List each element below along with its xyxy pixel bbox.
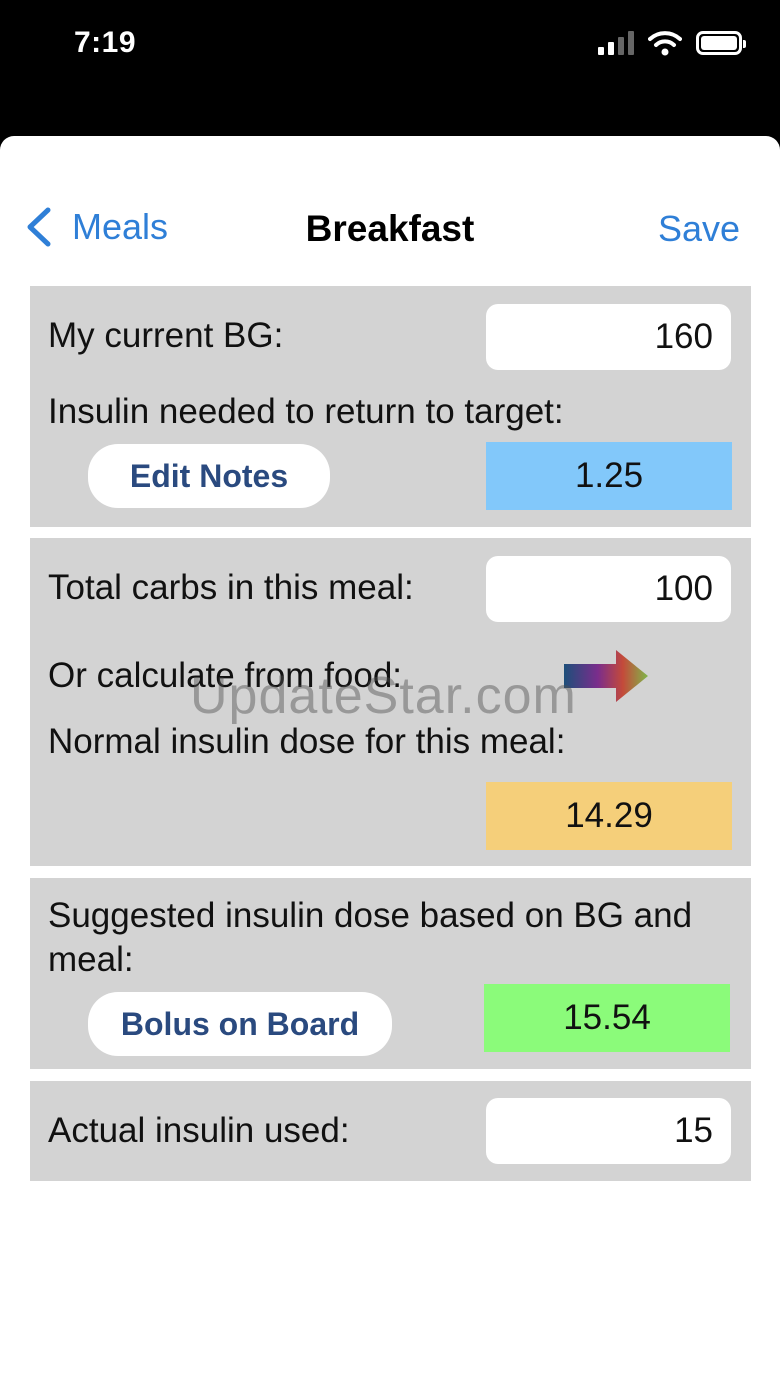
navigation-bar: Meals Breakfast Save — [0, 136, 780, 286]
actual-insulin-panel: Actual insulin used: 15 — [30, 1081, 751, 1181]
save-button[interactable]: Save — [658, 208, 740, 250]
status-icons — [598, 30, 746, 56]
edit-notes-button[interactable]: Edit Notes — [88, 444, 330, 508]
actual-insulin-label: Actual insulin used: — [48, 1111, 350, 1150]
total-carbs-label: Total carbs in this meal: — [48, 568, 414, 607]
status-time: 7:19 — [74, 26, 137, 59]
carbs-panel: Total carbs in this meal: 100 Or calcula… — [30, 538, 751, 866]
normal-dose-value: 14.29 — [486, 782, 732, 850]
calculate-from-food-arrow-icon[interactable] — [564, 648, 650, 704]
wifi-icon — [648, 31, 682, 56]
suggested-dose-panel: Suggested insulin dose based on BG and m… — [30, 878, 751, 1069]
actual-insulin-input[interactable]: 15 — [486, 1098, 731, 1164]
insulin-target-label: Insulin needed to return to target: — [48, 392, 564, 431]
normal-dose-label: Normal insulin dose for this meal: — [48, 722, 566, 761]
meal-sheet: Meals Breakfast Save My current BG: 160 … — [0, 136, 780, 1387]
current-bg-label: My current BG: — [48, 316, 284, 355]
suggested-dose-value: 15.54 — [484, 984, 730, 1052]
bolus-on-board-button[interactable]: Bolus on Board — [88, 992, 392, 1056]
battery-icon — [696, 31, 746, 55]
calc-from-food-label: Or calculate from food: — [48, 656, 403, 695]
cellular-signal-icon — [598, 31, 634, 55]
suggested-dose-label: Suggested insulin dose based on BG and m… — [48, 896, 693, 979]
total-carbs-input[interactable]: 100 — [486, 556, 731, 622]
bg-panel: My current BG: 160 Insulin needed to ret… — [30, 286, 751, 527]
current-bg-input[interactable]: 160 — [486, 304, 731, 370]
insulin-target-value: 1.25 — [486, 442, 732, 510]
status-bar: 7:19 — [0, 0, 780, 136]
